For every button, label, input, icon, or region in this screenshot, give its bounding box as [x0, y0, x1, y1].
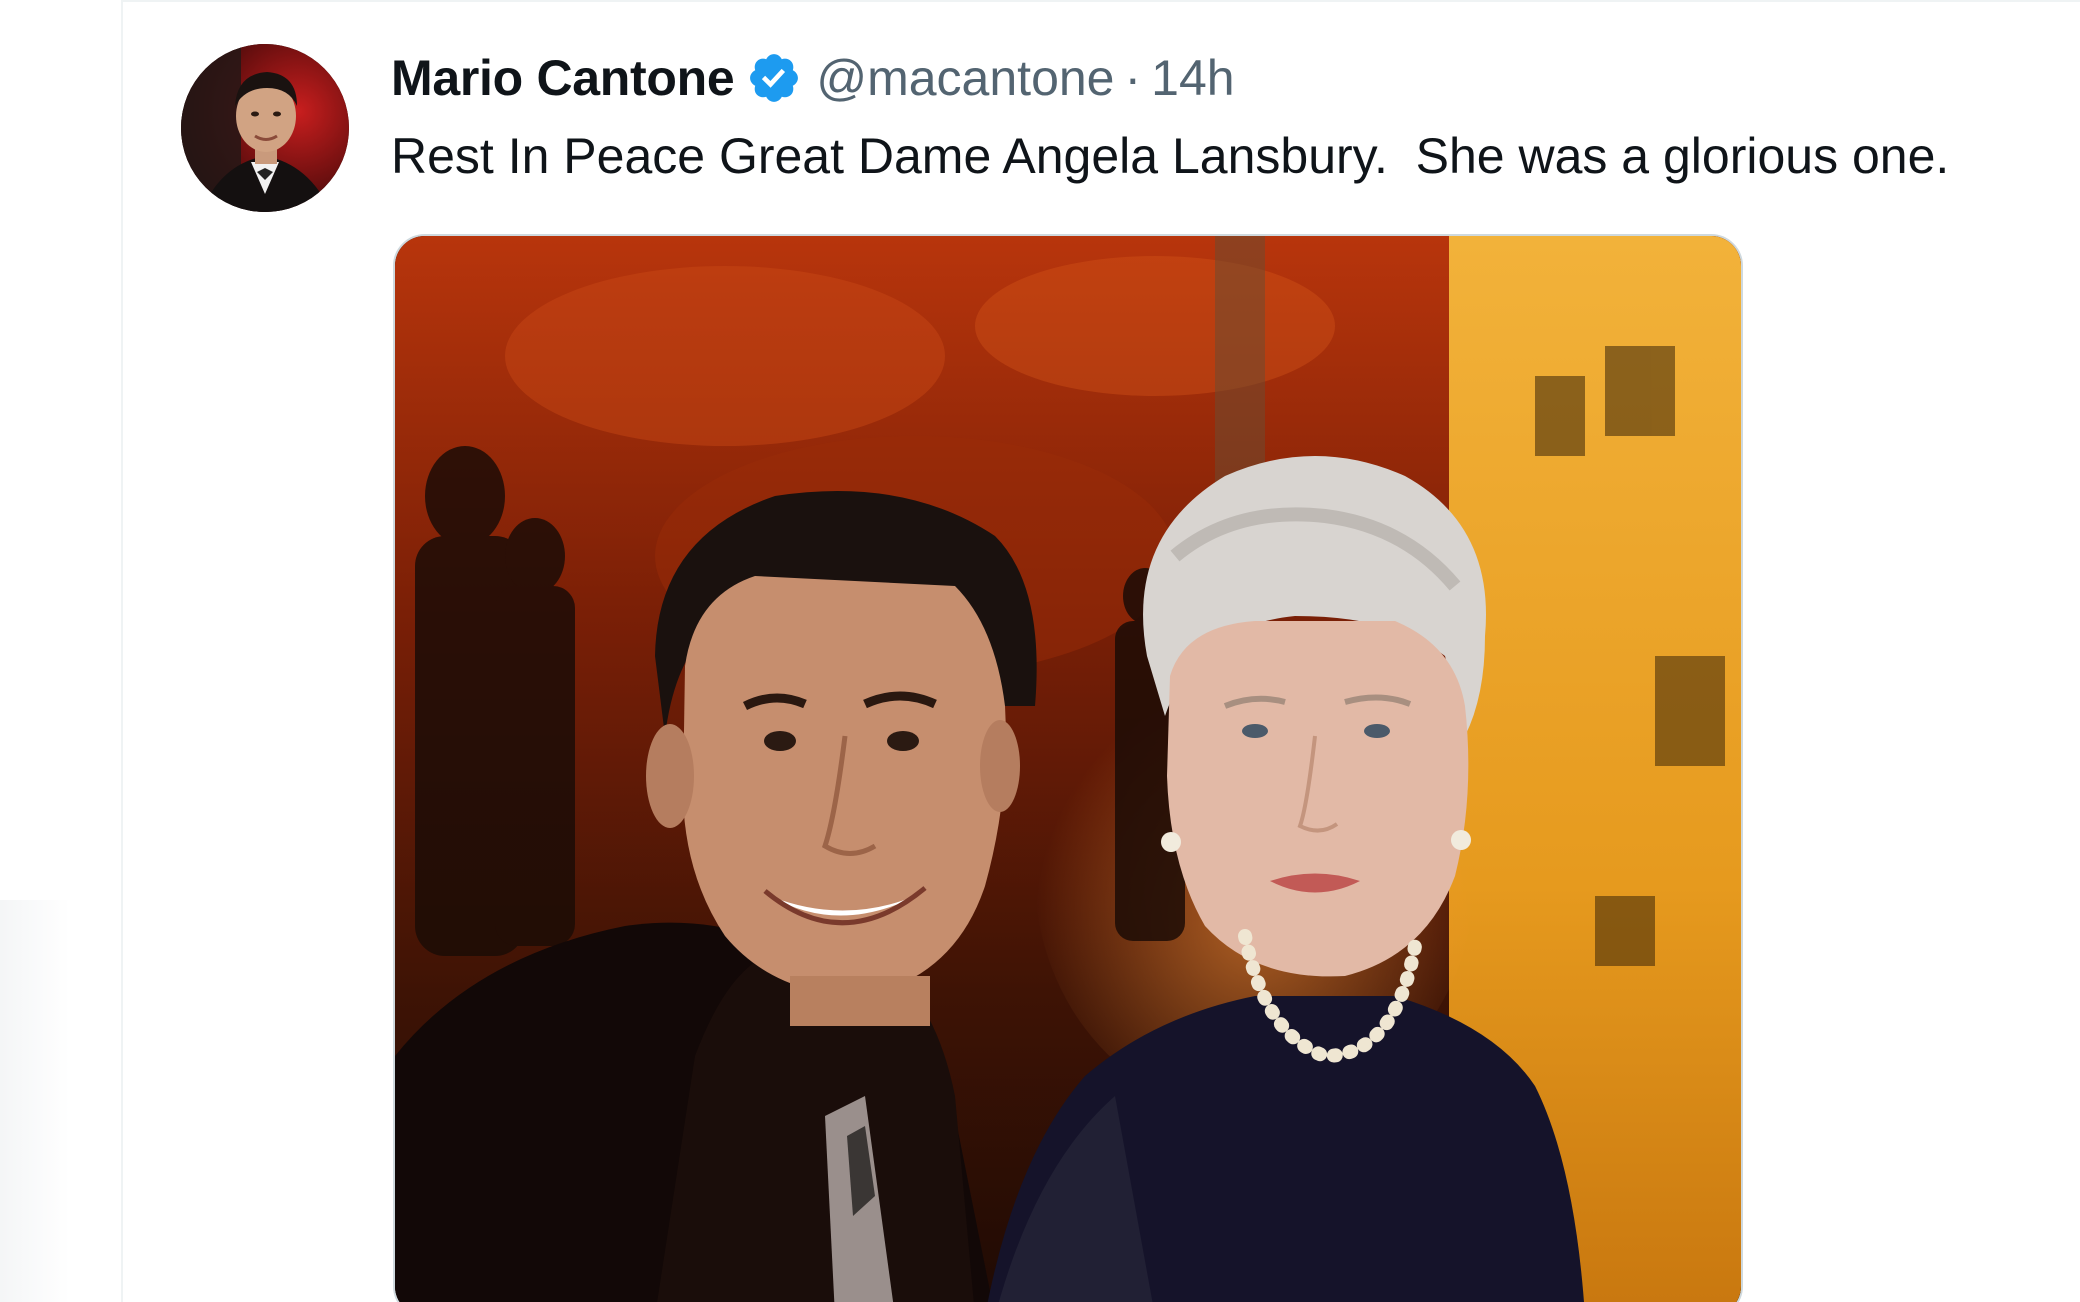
- author-handle[interactable]: @macantone: [816, 46, 1114, 110]
- left-sidebar-gutter: [0, 0, 122, 1302]
- tweet-text: Rest In Peace Great Dame Angela Lansbury…: [391, 128, 1950, 184]
- tweet-header: Mario Cantone @macantone · 14h: [391, 46, 1235, 110]
- verified-badge-icon: [746, 50, 802, 106]
- tweet[interactable]: Mario Cantone @macantone · 14h Rest In P…: [123, 0, 2080, 1302]
- photo-illustration: [395, 236, 1741, 1302]
- tweet-photo[interactable]: [393, 234, 1743, 1302]
- gutter-shade: [0, 900, 70, 1302]
- avatar-photo: [181, 44, 349, 212]
- tweet-timestamp[interactable]: 14h: [1151, 46, 1234, 110]
- author-avatar[interactable]: [181, 44, 349, 212]
- header-separator: ·: [1124, 50, 1142, 106]
- author-display-name[interactable]: Mario Cantone: [391, 46, 735, 110]
